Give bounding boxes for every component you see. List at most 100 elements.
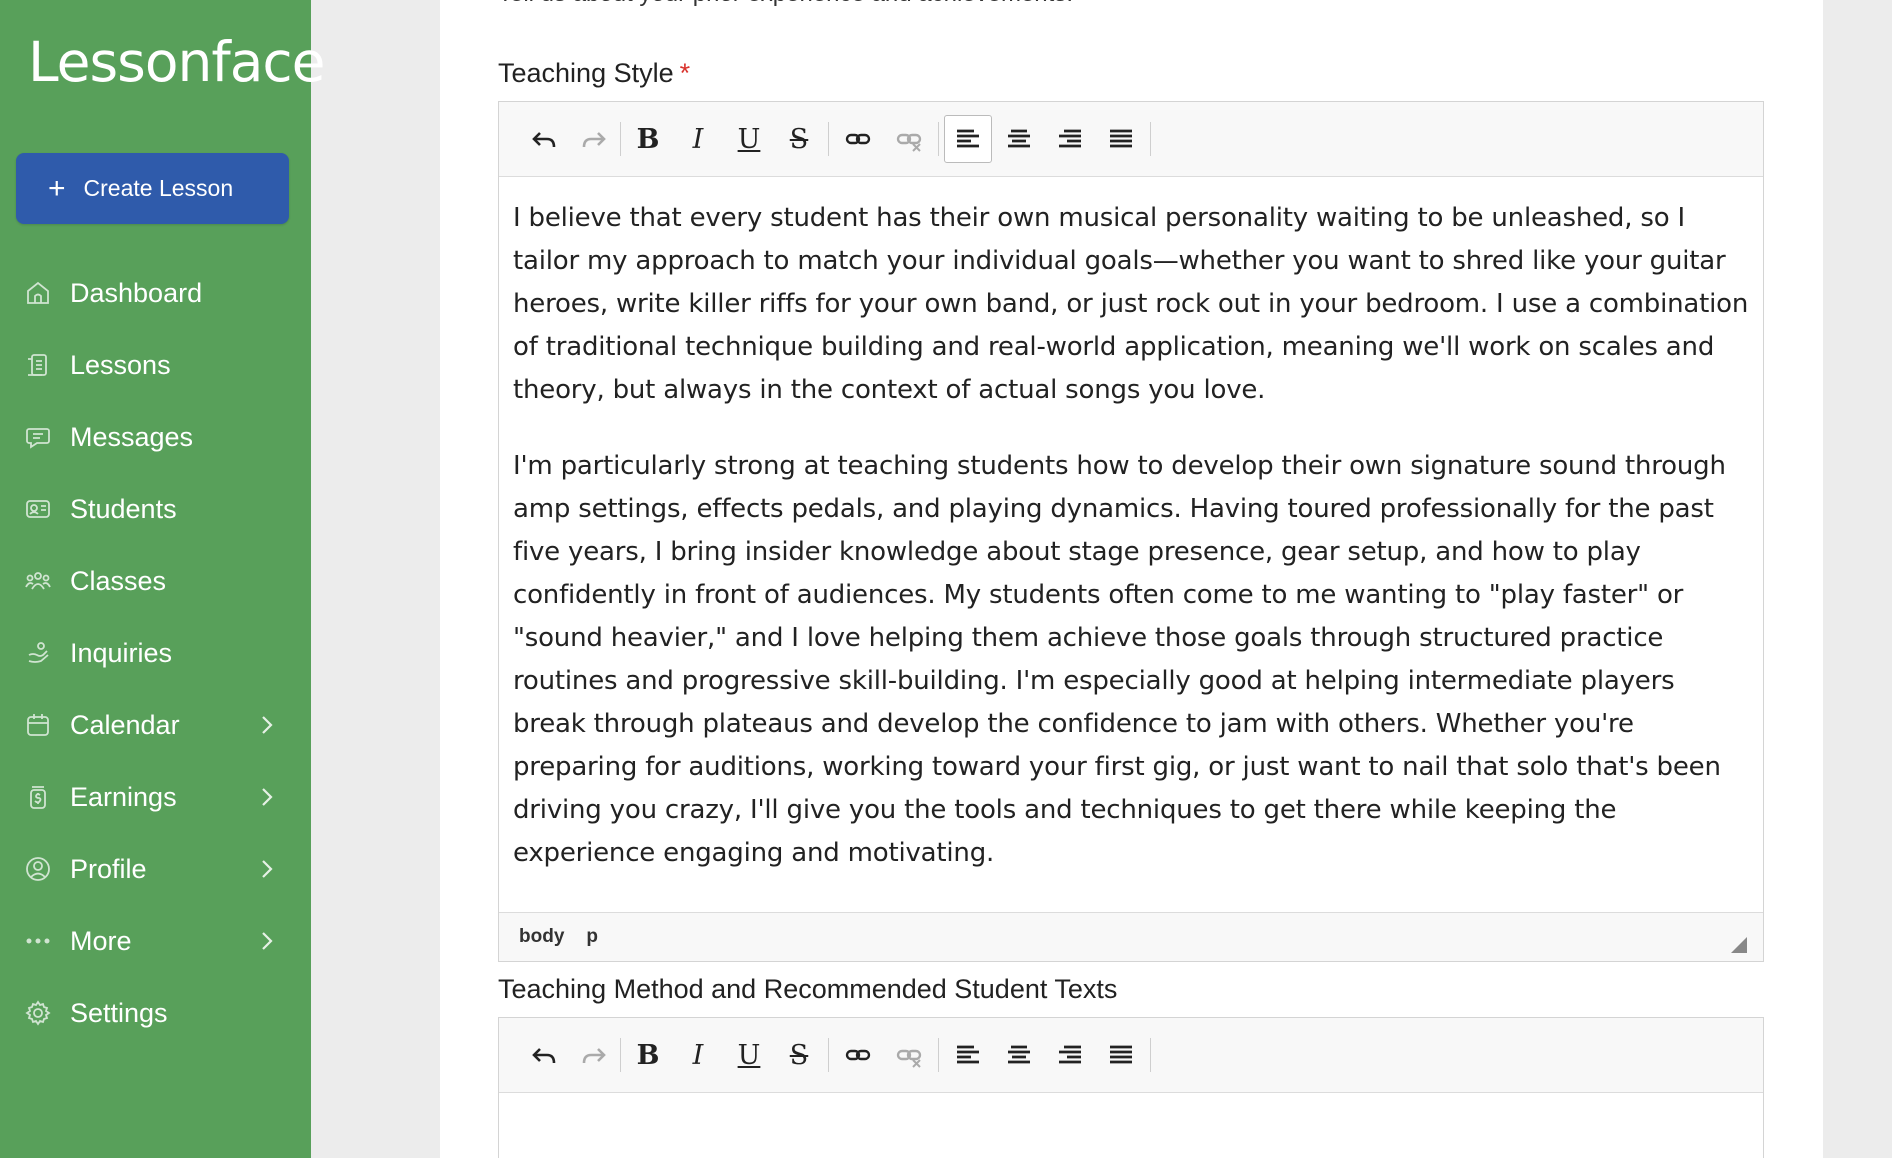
justify-icon	[1110, 129, 1132, 148]
justify-button[interactable]	[1100, 118, 1142, 160]
teaching-style-textarea[interactable]: I believe that every student has their o…	[499, 177, 1763, 912]
link-button[interactable]	[837, 118, 879, 160]
teaching-method-textarea[interactable]	[499, 1093, 1763, 1158]
create-lesson-button[interactable]: + Create Lesson	[16, 153, 289, 224]
toolbar-separator	[1150, 122, 1151, 156]
link-button[interactable]	[837, 1034, 879, 1076]
path-p[interactable]: p	[586, 926, 598, 948]
link-icon	[845, 1049, 871, 1061]
sidebar-item-settings[interactable]: Settings	[0, 977, 311, 1049]
underline-button[interactable]: U	[728, 1034, 770, 1076]
unlink-button[interactable]	[888, 118, 930, 160]
sidebar-item-messages[interactable]: Messages	[0, 401, 311, 473]
sidebar-item-more[interactable]: More	[0, 905, 311, 977]
underline-button[interactable]: U	[728, 118, 770, 160]
undo-button[interactable]	[523, 1034, 565, 1076]
align-left-button[interactable]	[944, 115, 992, 163]
link-icon	[845, 133, 871, 145]
teaching-style-label-text: Teaching Style	[498, 58, 674, 88]
id-card-icon	[24, 495, 52, 523]
align-right-button[interactable]	[1049, 1034, 1091, 1076]
sidebar-item-label: Classes	[70, 565, 167, 596]
required-asterisk: *	[679, 58, 691, 88]
sidebar-item-dashboard[interactable]: Dashboard	[0, 257, 311, 329]
calendar-icon	[24, 711, 52, 739]
align-center-icon	[1008, 1045, 1030, 1064]
toolbar-separator	[828, 1038, 829, 1072]
user-circle-icon	[24, 855, 52, 883]
sidebar-item-calendar[interactable]: Calendar	[0, 689, 311, 761]
teaching-style-label: Teaching Style *	[498, 58, 690, 89]
strikethrough-button[interactable]: S	[778, 118, 820, 160]
sidebar-item-label: Lessons	[70, 349, 171, 380]
align-left-icon	[957, 129, 979, 148]
chevron-right-icon[interactable]	[257, 785, 277, 816]
redo-icon	[582, 132, 606, 148]
teaching-method-editor: BI US	[498, 1017, 1764, 1158]
lessonface-logo[interactable]: Lessonface	[28, 30, 325, 94]
path-body[interactable]: body	[519, 926, 564, 948]
align-left-button[interactable]	[947, 1034, 989, 1076]
right-gutter	[1823, 0, 1892, 1158]
editor-statusbar: body p	[499, 912, 1763, 961]
sidebar-item-earnings[interactable]: Earnings	[0, 761, 311, 833]
sidebar-item-label: Dashboard	[70, 277, 203, 308]
sidebar-item-students[interactable]: Students	[0, 473, 311, 545]
align-right-icon	[1059, 129, 1081, 148]
chevron-right-icon[interactable]	[257, 929, 277, 960]
underline-icon: U	[737, 123, 761, 155]
toolbar-separator	[938, 122, 939, 156]
teaching-method-label: Teaching Method and Recommended Student …	[498, 974, 1118, 1004]
bold-button[interactable]: B	[627, 1034, 669, 1076]
redo-button[interactable]	[573, 118, 615, 160]
sidebar-item-inquiries[interactable]: Inquiries	[0, 617, 311, 689]
toolbar-separator	[938, 1038, 939, 1072]
redo-button[interactable]	[573, 1034, 615, 1076]
unlink-icon	[896, 133, 922, 152]
align-left-icon	[957, 1045, 979, 1064]
undo-button[interactable]	[523, 118, 565, 160]
unlink-button[interactable]	[888, 1034, 930, 1076]
align-center-button[interactable]	[998, 118, 1040, 160]
toolbar-separator	[620, 122, 621, 156]
sidebar-item-label: Settings	[70, 997, 168, 1028]
sidebar-item-lessons[interactable]: Lessons	[0, 329, 311, 401]
gear-icon	[24, 999, 52, 1027]
bold-button[interactable]: B	[627, 118, 669, 160]
align-right-icon	[1059, 1045, 1081, 1064]
align-center-icon	[1008, 129, 1030, 148]
justify-icon	[1110, 1045, 1132, 1064]
sidebar-item-classes[interactable]: Classes	[0, 545, 311, 617]
home-icon	[24, 279, 52, 307]
bold-icon: B	[636, 123, 660, 155]
strikethrough-icon: S	[789, 1039, 809, 1071]
hand-icon	[24, 639, 52, 667]
sidebar-item-label: Earnings	[70, 781, 177, 812]
unlink-icon	[896, 1049, 922, 1068]
sidebar-item-label: Profile	[70, 853, 147, 884]
justify-button[interactable]	[1100, 1034, 1142, 1076]
sidebar-item-label: Messages	[70, 421, 194, 452]
align-right-button[interactable]	[1049, 118, 1091, 160]
sidebar-item-label: Inquiries	[70, 637, 173, 668]
resize-handle[interactable]	[1731, 937, 1747, 953]
toolbar-separator	[828, 122, 829, 156]
strikethrough-button[interactable]: S	[778, 1034, 820, 1076]
sidebar: Lessonface + Create Lesson Dashboard Less…	[0, 0, 325, 1158]
money-jar-icon	[24, 783, 52, 811]
chevron-right-icon[interactable]	[257, 857, 277, 888]
italic-button[interactable]: I	[677, 118, 719, 160]
toolbar-separator	[620, 1038, 621, 1072]
teaching-style-editor: BI US I believe that every student has th…	[498, 101, 1764, 962]
sidebar-item-profile[interactable]: Profile	[0, 833, 311, 905]
italic-icon: I	[692, 1039, 704, 1071]
italic-button[interactable]: I	[677, 1034, 719, 1076]
editor-paragraph: I'm particularly strong at teaching stud…	[513, 451, 1726, 868]
italic-icon: I	[692, 123, 704, 155]
underline-icon: U	[737, 1039, 761, 1071]
create-lesson-label: Create Lesson	[83, 175, 234, 201]
sidebar-nav: Dashboard Lessons Messages Students Classes I…	[0, 257, 311, 1049]
chevron-right-icon[interactable]	[257, 713, 277, 744]
align-center-button[interactable]	[998, 1034, 1040, 1076]
more-dots-icon	[24, 927, 52, 955]
